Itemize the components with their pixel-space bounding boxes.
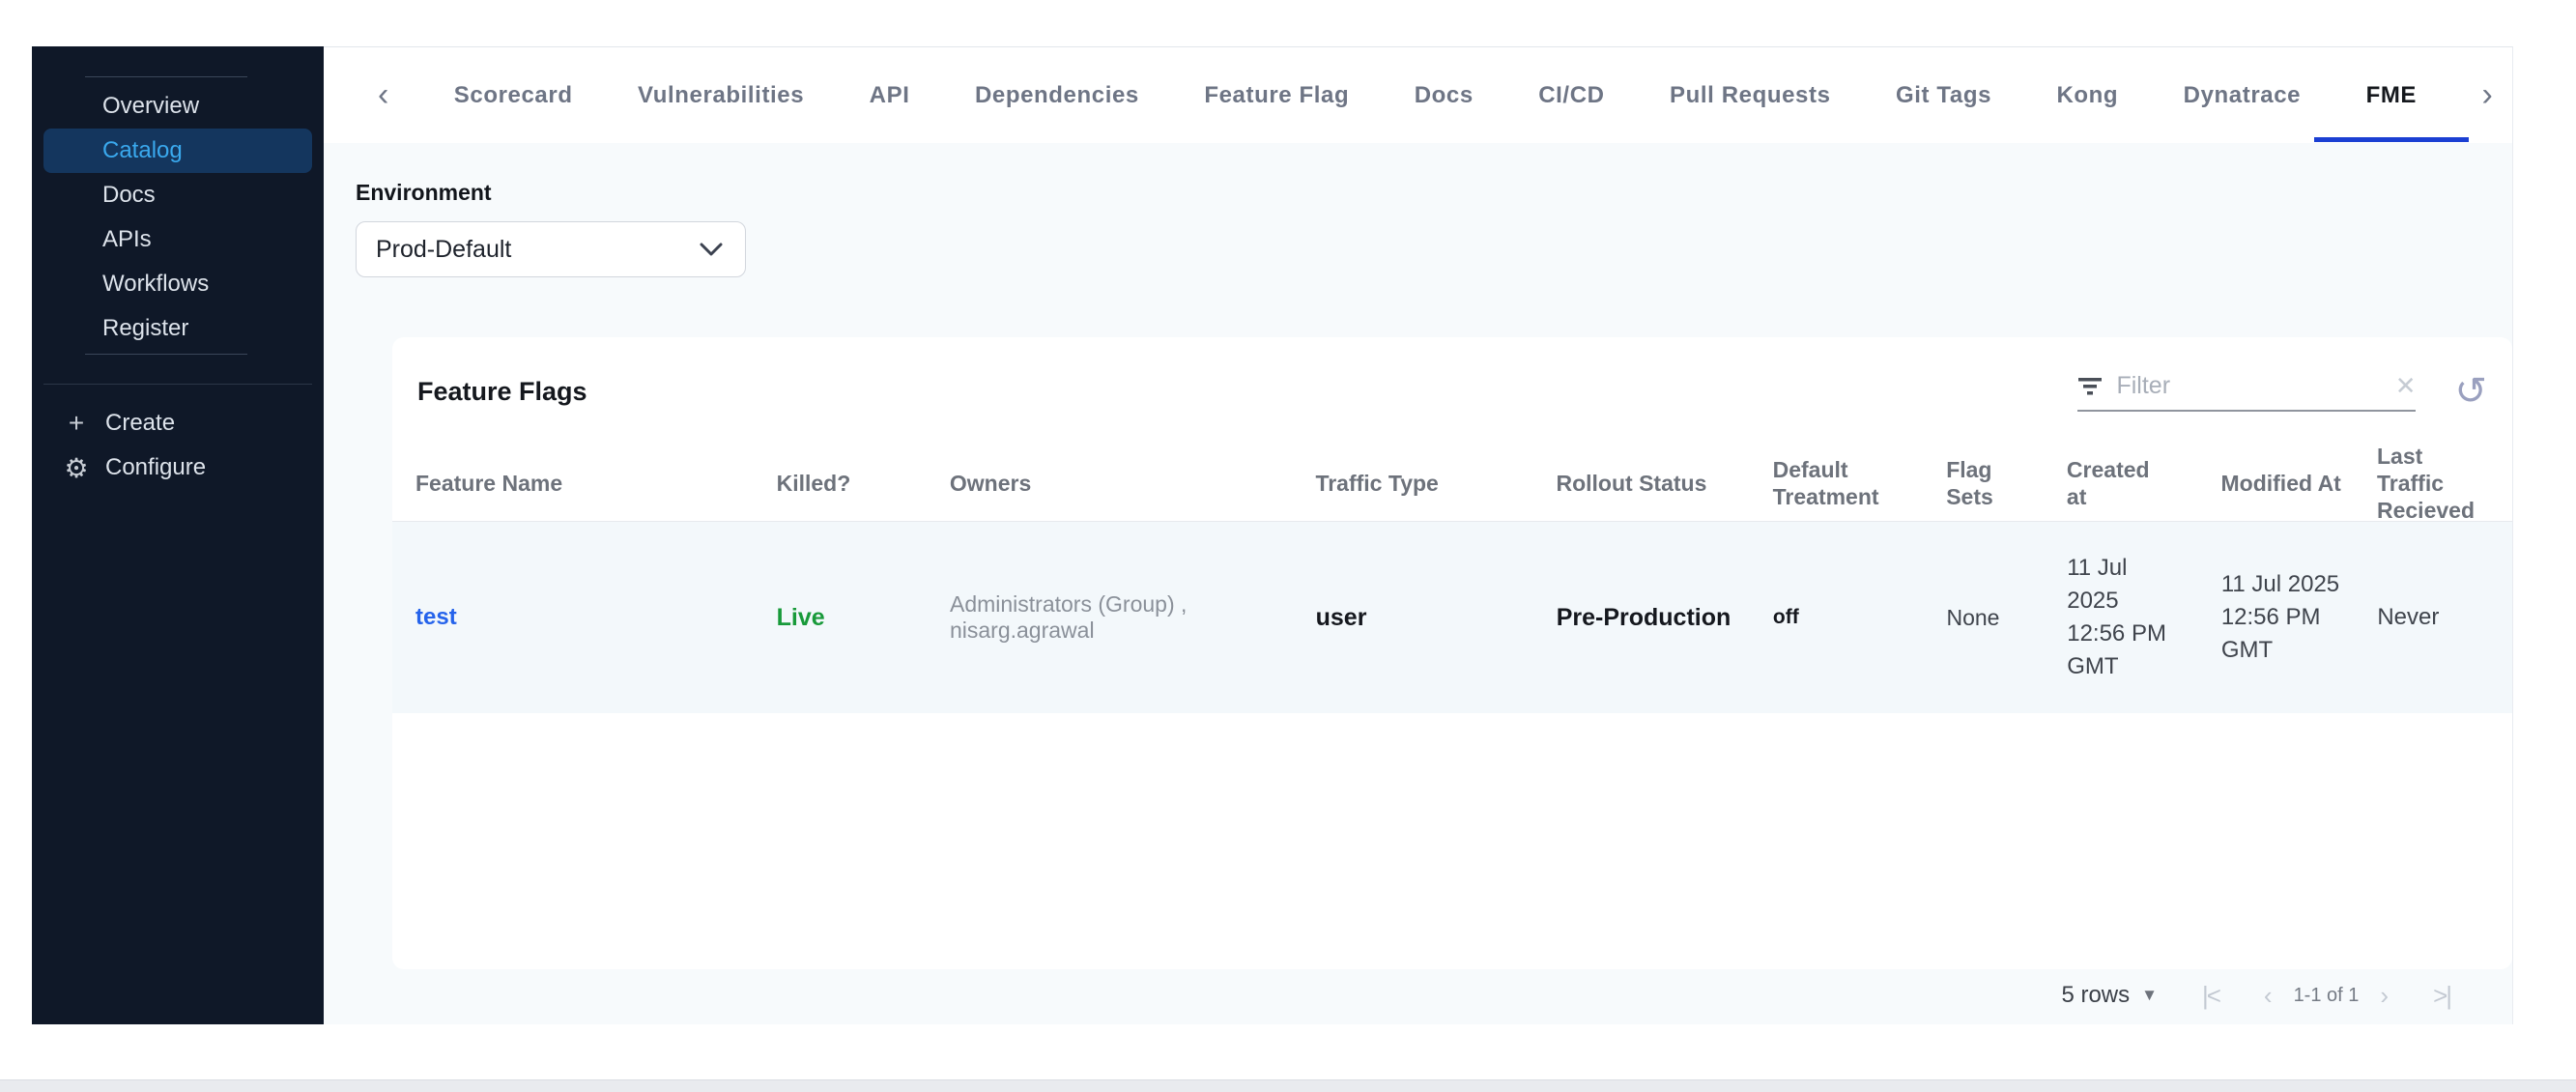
window-bottom-strip [0,1079,2576,1092]
column-header-owners: Owners [949,471,1032,496]
plus-icon: + [68,408,85,438]
column-header-modified-at: Modified At [2220,471,2341,496]
tab-dynatrace[interactable]: Dynatrace [2184,82,2301,109]
app-window: Overview Catalog Docs APIs Workflows Reg… [32,46,2513,1024]
page-range-label: 1-1 of 1 [2293,984,2360,1006]
column-header-feature-name: Feature Name [415,471,563,496]
killed-status: Live [776,603,825,631]
tab-strip: ‹ Scorecard Vulnerabilities API Dependen… [324,47,2512,143]
environment-select[interactable]: Prod-Default [356,221,746,277]
rows-per-page-caret-icon[interactable]: ▼ [2141,986,2158,1005]
chevron-down-icon [700,243,723,256]
filter-area: ✕ ↺ [2077,371,2487,412]
column-header-flag-sets: Flag Sets [1946,457,1993,509]
content-area: Environment Prod-Default Feature Flags F… [324,143,2512,1024]
tab-cicd[interactable]: CI/CD [1538,82,1604,109]
gear-icon: ⚙ [64,452,89,483]
flag-sets-value: None [1946,604,2000,630]
filter-box: ✕ [2077,371,2417,412]
card-header: Feature Flags ✕ ↺ [392,337,2512,445]
traffic-type-value: user [1315,603,1367,631]
sidebar-divider [85,76,247,77]
tab-docs[interactable]: Docs [1415,82,1474,109]
filter-input[interactable] [2116,371,2382,400]
tabs-scroll-right-icon[interactable]: › [2482,76,2493,114]
main-panel: ‹ Scorecard Vulnerabilities API Dependen… [324,46,2513,1024]
card-title: Feature Flags [417,376,587,406]
create-label: Create [105,410,176,436]
column-header-created-at: Created at [2066,457,2150,509]
rollout-status-value: Pre-Production [1556,603,1732,631]
configure-button[interactable]: ⚙ Configure [32,445,324,490]
pagination-bar: 5 rows ▼ |< ‹ 1-1 of 1 › >| [356,969,2512,1021]
column-header-killed: Killed? [776,471,851,496]
feature-flags-card: Feature Flags ✕ ↺ [392,337,2512,969]
sidebar-item-catalog[interactable]: Catalog [43,129,312,173]
last-traffic-received-value: Never [2377,604,2440,630]
first-page-button[interactable]: |< [2202,983,2221,1008]
tab-vulnerabilities[interactable]: Vulnerabilities [638,82,804,109]
sidebar-item-overview[interactable]: Overview [43,84,312,129]
modified-at-value: 11 Jul 2025 12:56 PM GMT [2220,571,2340,663]
sidebar-nav: Overview Catalog Docs APIs Workflows Reg… [32,84,324,351]
sidebar-section-divider [43,384,312,385]
tab-pull-requests[interactable]: Pull Requests [1670,82,1831,109]
tab-kong[interactable]: Kong [2056,82,2118,109]
refresh-icon[interactable]: ↺ [2454,372,2487,411]
tabs-scroll-left-icon[interactable]: ‹ [378,76,388,114]
environment-selected-value: Prod-Default [376,235,512,263]
table-header-row: Feature Name Killed? Owners Traffic Type… [392,444,2512,523]
last-page-button[interactable]: >| [2433,983,2452,1008]
tab-scorecard[interactable]: Scorecard [454,82,573,109]
sidebar-item-register[interactable]: Register [43,306,312,351]
sidebar-item-docs[interactable]: Docs [43,173,312,217]
default-treatment-value: off [1772,606,1799,628]
configure-label: Configure [105,454,207,480]
tab-fme[interactable]: FME [2366,82,2417,109]
sidebar-item-apis[interactable]: APIs [43,217,312,262]
tab-api[interactable]: API [870,82,910,109]
next-page-button[interactable]: › [2380,983,2389,1008]
rows-per-page-value[interactable]: 5 rows [2061,982,2130,1009]
column-header-traffic-type: Traffic Type [1315,471,1439,496]
filter-icon [2078,378,2103,395]
tab-git-tags[interactable]: Git Tags [1896,82,1991,109]
previous-page-button[interactable]: ‹ [2264,983,2273,1008]
create-button[interactable]: + Create [32,401,324,445]
owners-value: Administrators (Group) , nisarg.agrawal [949,591,1188,643]
created-at-value: 11 Jul 2025 12:56 PM GMT [2067,555,2166,679]
environment-label: Environment [356,180,492,205]
sidebar-actions: + Create ⚙ Configure [32,401,324,490]
column-header-default-treatment: Default Treatment [1772,457,1879,509]
tab-feature-flag[interactable]: Feature Flag [1204,82,1349,109]
feature-name-link[interactable]: test [415,604,457,630]
sidebar-item-workflows[interactable]: Workflows [43,262,312,306]
column-header-rollout-status: Rollout Status [1556,471,1707,496]
tab-dependencies[interactable]: Dependencies [975,82,1139,109]
sidebar-divider [85,354,247,355]
clear-filter-icon[interactable]: ✕ [2395,373,2417,398]
sidebar: Overview Catalog Docs APIs Workflows Reg… [32,46,324,1024]
column-header-last-traffic-received: Last Traffic Recieved [2376,444,2475,523]
table-row: test Live Administrators (Group) , nisar… [392,522,2512,713]
